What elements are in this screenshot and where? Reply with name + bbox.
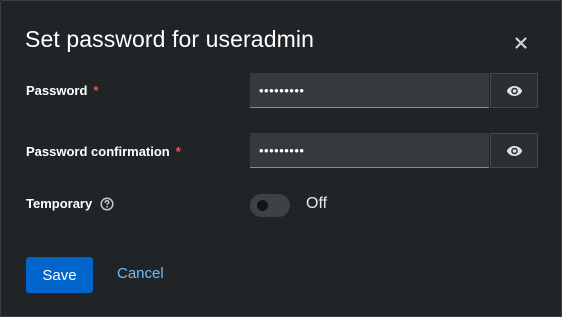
- save-button[interactable]: Save: [26, 257, 93, 293]
- password-label: Password *: [26, 83, 98, 98]
- close-icon: [515, 37, 527, 49]
- temporary-label: Temporary: [26, 196, 114, 211]
- required-marker: *: [175, 144, 181, 159]
- question-circle-icon: [100, 196, 114, 211]
- password-confirmation-label: Password confirmation *: [26, 144, 181, 159]
- modal-title: Set password for useradmin: [25, 26, 314, 52]
- password-confirmation-input[interactable]: •••••••••: [250, 133, 489, 168]
- show-password-button[interactable]: [490, 73, 538, 108]
- eye-icon: [506, 145, 522, 156]
- show-password-confirmation-button[interactable]: [490, 133, 538, 168]
- temporary-toggle-state: Off: [306, 195, 328, 212]
- password-input[interactable]: •••••••••: [250, 73, 489, 108]
- close-button[interactable]: [509, 32, 533, 54]
- password-confirmation-input-value: •••••••••: [259, 142, 305, 158]
- password-input-value: •••••••••: [259, 82, 305, 98]
- temporary-toggle[interactable]: [250, 194, 290, 217]
- password-confirmation-label-text: Password confirmation: [26, 144, 170, 159]
- required-marker: *: [93, 83, 99, 98]
- eye-icon: [506, 85, 522, 96]
- temporary-label-text: Temporary: [26, 196, 93, 211]
- cancel-button[interactable]: Cancel: [117, 265, 164, 282]
- toggle-knob: [257, 200, 268, 211]
- password-label-text: Password: [26, 83, 88, 98]
- set-password-modal: Set password for useradmin Password * ••…: [0, 0, 562, 317]
- temporary-help-button[interactable]: [100, 196, 114, 211]
